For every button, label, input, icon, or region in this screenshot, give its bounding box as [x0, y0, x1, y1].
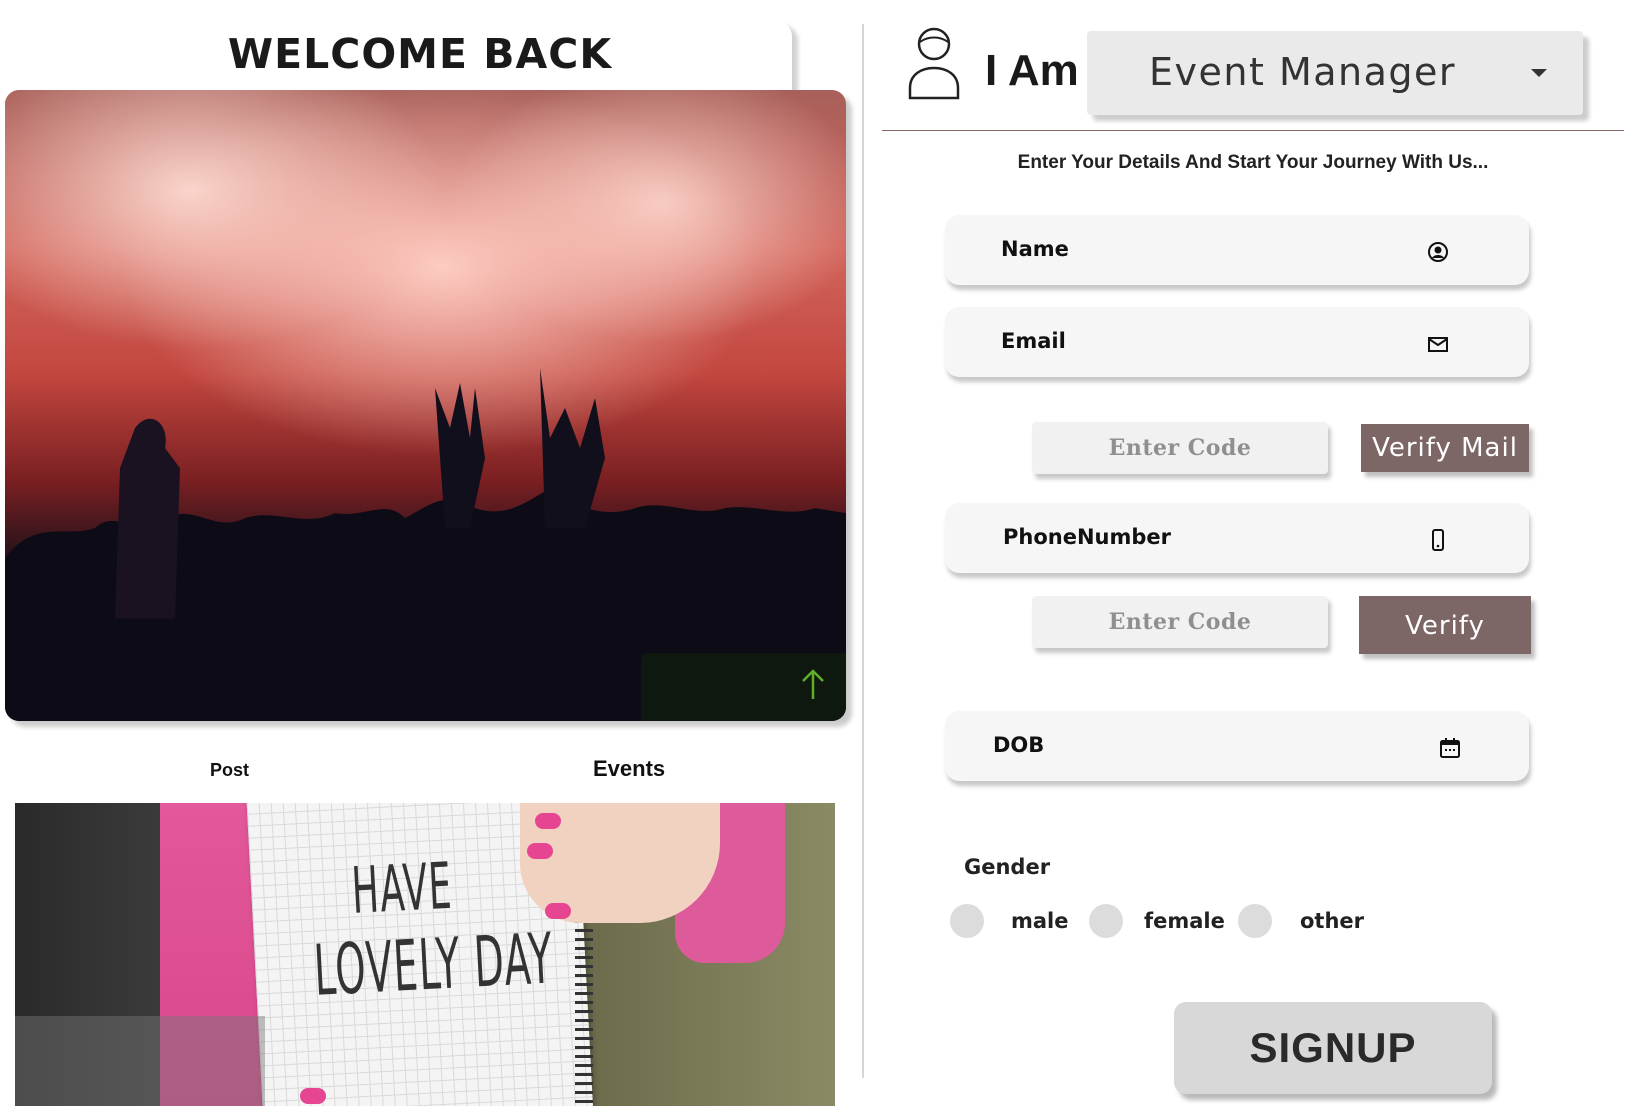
dob-field[interactable]: DOB — [945, 711, 1529, 781]
arrow-up-icon — [802, 669, 824, 699]
user-icon — [908, 27, 960, 100]
phone-field[interactable]: PhoneNumber — [945, 503, 1529, 573]
post-image-nail — [527, 843, 553, 859]
verify-phone-button[interactable]: Verify Phone — [1359, 596, 1531, 701]
email-field[interactable]: Email — [945, 307, 1529, 377]
email-field-label: Email — [1001, 329, 1066, 353]
role-select[interactable]: Event Manager — [1087, 31, 1583, 115]
email-code-input[interactable]: Enter Code — [1032, 422, 1328, 474]
scroll-top-button[interactable] — [641, 653, 846, 721]
tagline: Enter Your Details And Start Your Journe… — [1017, 152, 1489, 173]
user-circle-icon — [1428, 242, 1448, 262]
gender-radio-female[interactable] — [1089, 904, 1123, 938]
phone-code-input[interactable]: Enter Code — [1032, 596, 1328, 648]
gender-radio-other[interactable] — [1238, 904, 1272, 938]
gender-option-male-label: male — [1011, 909, 1069, 933]
i-am-label: I Am — [985, 46, 1079, 95]
signup-button[interactable]: SIGNUP — [1174, 1002, 1492, 1094]
post-image-text-lovely-day: LOVELY DAY — [312, 917, 556, 1012]
post-image-nail — [535, 813, 561, 829]
gender-option-other-label: other — [1300, 909, 1365, 933]
verify-mail-button[interactable]: Verify Mail — [1361, 424, 1529, 472]
chevron-down-icon — [1531, 69, 1547, 77]
name-field[interactable]: Name — [945, 215, 1529, 285]
gender-radio-male[interactable] — [950, 904, 984, 938]
tab-events[interactable]: Events — [593, 756, 665, 782]
phone-field-label: PhoneNumber — [1003, 525, 1171, 549]
tab-post[interactable]: Post — [210, 760, 249, 781]
phone-icon — [1432, 529, 1444, 551]
gender-option-female-label: female — [1144, 909, 1225, 933]
post-image-nail — [300, 1088, 326, 1104]
gender-label: Gender — [964, 855, 1051, 879]
post-image-text-have: HAVE — [350, 849, 455, 929]
post-image-overlay — [15, 1016, 265, 1106]
welcome-title: WELCOME BACK — [227, 30, 613, 78]
hero-concert-image — [5, 90, 846, 721]
calendar-icon — [1440, 738, 1460, 758]
header-divider — [882, 130, 1624, 131]
dob-field-label: DOB — [993, 733, 1045, 757]
role-select-value: Event Manager — [1149, 50, 1457, 94]
mail-icon — [1428, 337, 1448, 352]
name-field-label: Name — [1001, 237, 1069, 261]
vertical-divider — [862, 24, 864, 1078]
